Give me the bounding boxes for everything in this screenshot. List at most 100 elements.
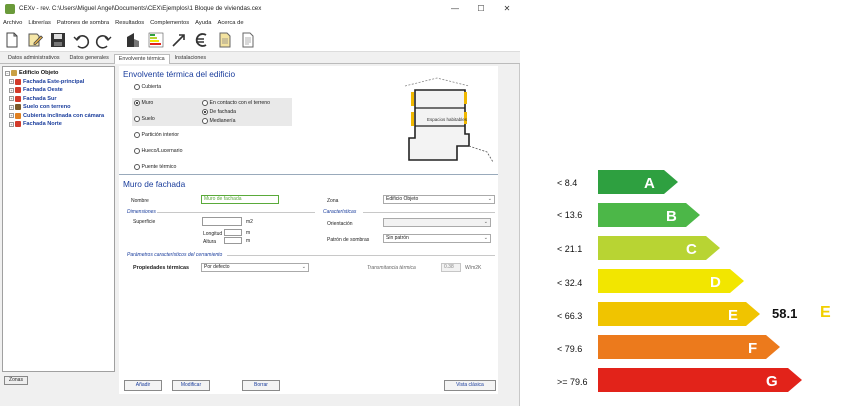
radio-suelo[interactable]: [134, 116, 140, 122]
save-button[interactable]: [48, 30, 68, 50]
option-suelo[interactable]: Suelo: [134, 116, 155, 122]
radio-medianeria[interactable]: [202, 118, 208, 124]
expand-icon[interactable]: +: [9, 79, 14, 85]
report-button[interactable]: [238, 30, 258, 50]
edit-button[interactable]: [25, 30, 45, 50]
tree-item[interactable]: + Fachada Este-principal: [3, 78, 114, 87]
tree-item[interactable]: + Suelo con terreno: [3, 103, 114, 112]
expand-icon[interactable]: +: [9, 96, 14, 102]
patron-label: Patrón de sombras: [327, 237, 370, 243]
radio-muro[interactable]: [134, 100, 140, 106]
menu-acerca[interactable]: Acerca de: [217, 20, 243, 26]
menu-resultados[interactable]: Resultados: [115, 20, 144, 26]
longitud-unit: m: [246, 230, 251, 236]
tab-envolvente-termica[interactable]: Envolvente térmica: [113, 54, 170, 64]
rating-band-b: B: [598, 203, 700, 227]
option-muro[interactable]: Muro: [134, 100, 153, 106]
radio-contacto-terreno[interactable]: [202, 100, 208, 106]
tab-datos-administrativos[interactable]: Datos administrativos: [3, 53, 65, 63]
orientacion-select[interactable]: ⌄: [383, 218, 491, 227]
wall-icon: [15, 121, 21, 128]
menu-bar: Archivo Librerías Patrones de sombra Res…: [0, 17, 520, 28]
expand-icon[interactable]: +: [9, 87, 14, 93]
wall-icon: [15, 87, 21, 94]
tree-item[interactable]: + Fachada Norte: [3, 120, 114, 129]
rating-band-g: G: [598, 368, 802, 392]
delete-button[interactable]: Borrar: [242, 380, 280, 391]
tree-item[interactable]: + Fachada Oeste: [3, 86, 114, 95]
envelope-title: Envolvente térmica del edificio: [123, 69, 236, 79]
minimize-button[interactable]: —: [442, 0, 468, 17]
radio-particion[interactable]: [134, 132, 140, 138]
close-button[interactable]: ✕: [494, 0, 520, 17]
option-particion[interactable]: Partición interior: [134, 132, 179, 138]
expand-icon[interactable]: +: [9, 104, 14, 110]
undo-icon: [73, 34, 90, 49]
rating-letter: C: [686, 241, 697, 258]
tab-datos-generales[interactable]: Datos generales: [65, 53, 114, 63]
longitud-label: Longitud: [203, 231, 223, 237]
modify-button[interactable]: Modificar: [172, 380, 210, 391]
longitud-input[interactable]: [224, 229, 242, 236]
transmitancia-unit: W/m2K: [465, 265, 482, 271]
classic-view-button[interactable]: Vista clásica: [444, 380, 496, 391]
rating-band-label: < 32.4: [557, 278, 583, 288]
menu-patrones[interactable]: Patrones de sombra: [57, 20, 109, 26]
option-hueco[interactable]: Hueco/Lucernario: [134, 148, 182, 154]
superficie-unit: m2: [246, 219, 253, 225]
menu-archivo[interactable]: Archivo: [3, 20, 22, 26]
add-button[interactable]: Añadir: [124, 380, 162, 391]
nombre-input[interactable]: Muro de fachada: [201, 195, 279, 204]
propiedades-label: Propiedades térmicas: [133, 265, 190, 271]
tab-instalaciones[interactable]: Instalaciones: [170, 53, 211, 63]
patron-select[interactable]: Sin patrón ⌄: [383, 234, 491, 243]
superficie-input[interactable]: [202, 217, 242, 226]
energy-label-icon: [148, 32, 164, 47]
option-puente[interactable]: Puente térmico: [134, 164, 176, 170]
maximize-button[interactable]: ☐: [468, 0, 494, 17]
application-window: CEXv - rev. C:\Users\Miguel Angel\Docume…: [0, 0, 520, 406]
building-button[interactable]: [123, 30, 143, 50]
redo-button[interactable]: [94, 30, 114, 50]
option-de-fachada[interactable]: De fachada: [202, 109, 236, 115]
option-cubierta[interactable]: Cubierta: [134, 84, 161, 90]
undo-button[interactable]: [71, 30, 91, 50]
wall-icon: [15, 95, 21, 102]
radio-puente[interactable]: [134, 164, 140, 170]
energy-label-button[interactable]: [146, 30, 166, 50]
new-file-button[interactable]: [2, 30, 22, 50]
diagram-label: Espacios habitables: [427, 117, 468, 122]
altura-label: Altura: [203, 239, 217, 245]
expand-icon[interactable]: +: [9, 113, 14, 119]
rating-band-label: < 13.6: [557, 210, 583, 220]
arrow-button[interactable]: [169, 30, 189, 50]
save-icon: [51, 32, 65, 47]
option-contacto-terreno[interactable]: En contacto con el terreno: [202, 100, 270, 106]
altura-input[interactable]: [224, 237, 242, 244]
radio-de-fachada[interactable]: [202, 109, 208, 115]
zonas-button[interactable]: Zonas: [4, 376, 28, 385]
arrow-icon: [172, 33, 185, 47]
option-medianeria[interactable]: Medianería: [202, 118, 235, 124]
rating-band-d: D: [598, 269, 744, 293]
propiedades-select[interactable]: Por defecto ⌄: [201, 263, 309, 272]
dimensiones-line: [157, 212, 315, 213]
menu-librerias[interactable]: Librerías: [28, 20, 51, 26]
document-button[interactable]: [215, 30, 235, 50]
tree-root[interactable]: − Edificio Objeto: [3, 69, 114, 78]
dimensiones-label: Dimensiones: [127, 209, 156, 215]
expand-icon[interactable]: +: [9, 121, 14, 127]
transmitancia-input: 0.38: [441, 263, 461, 272]
radio-hueco[interactable]: [134, 148, 140, 154]
menu-ayuda[interactable]: Ayuda: [195, 20, 211, 26]
tree-item[interactable]: + Fachada Sur: [3, 95, 114, 104]
rating-band-label: < 79.6: [557, 344, 583, 354]
collapse-icon[interactable]: −: [5, 70, 10, 76]
euro-button[interactable]: [192, 30, 212, 50]
rating-band-label: < 21.1: [557, 244, 583, 254]
tree-item[interactable]: + Cubierta inclinada con cámara: [3, 112, 114, 121]
radio-cubierta[interactable]: [134, 84, 140, 90]
zona-select[interactable]: Edificio Objeto ⌄: [383, 195, 495, 204]
rating-band-f: F: [598, 335, 780, 359]
menu-complementos[interactable]: Complementos: [150, 20, 189, 26]
